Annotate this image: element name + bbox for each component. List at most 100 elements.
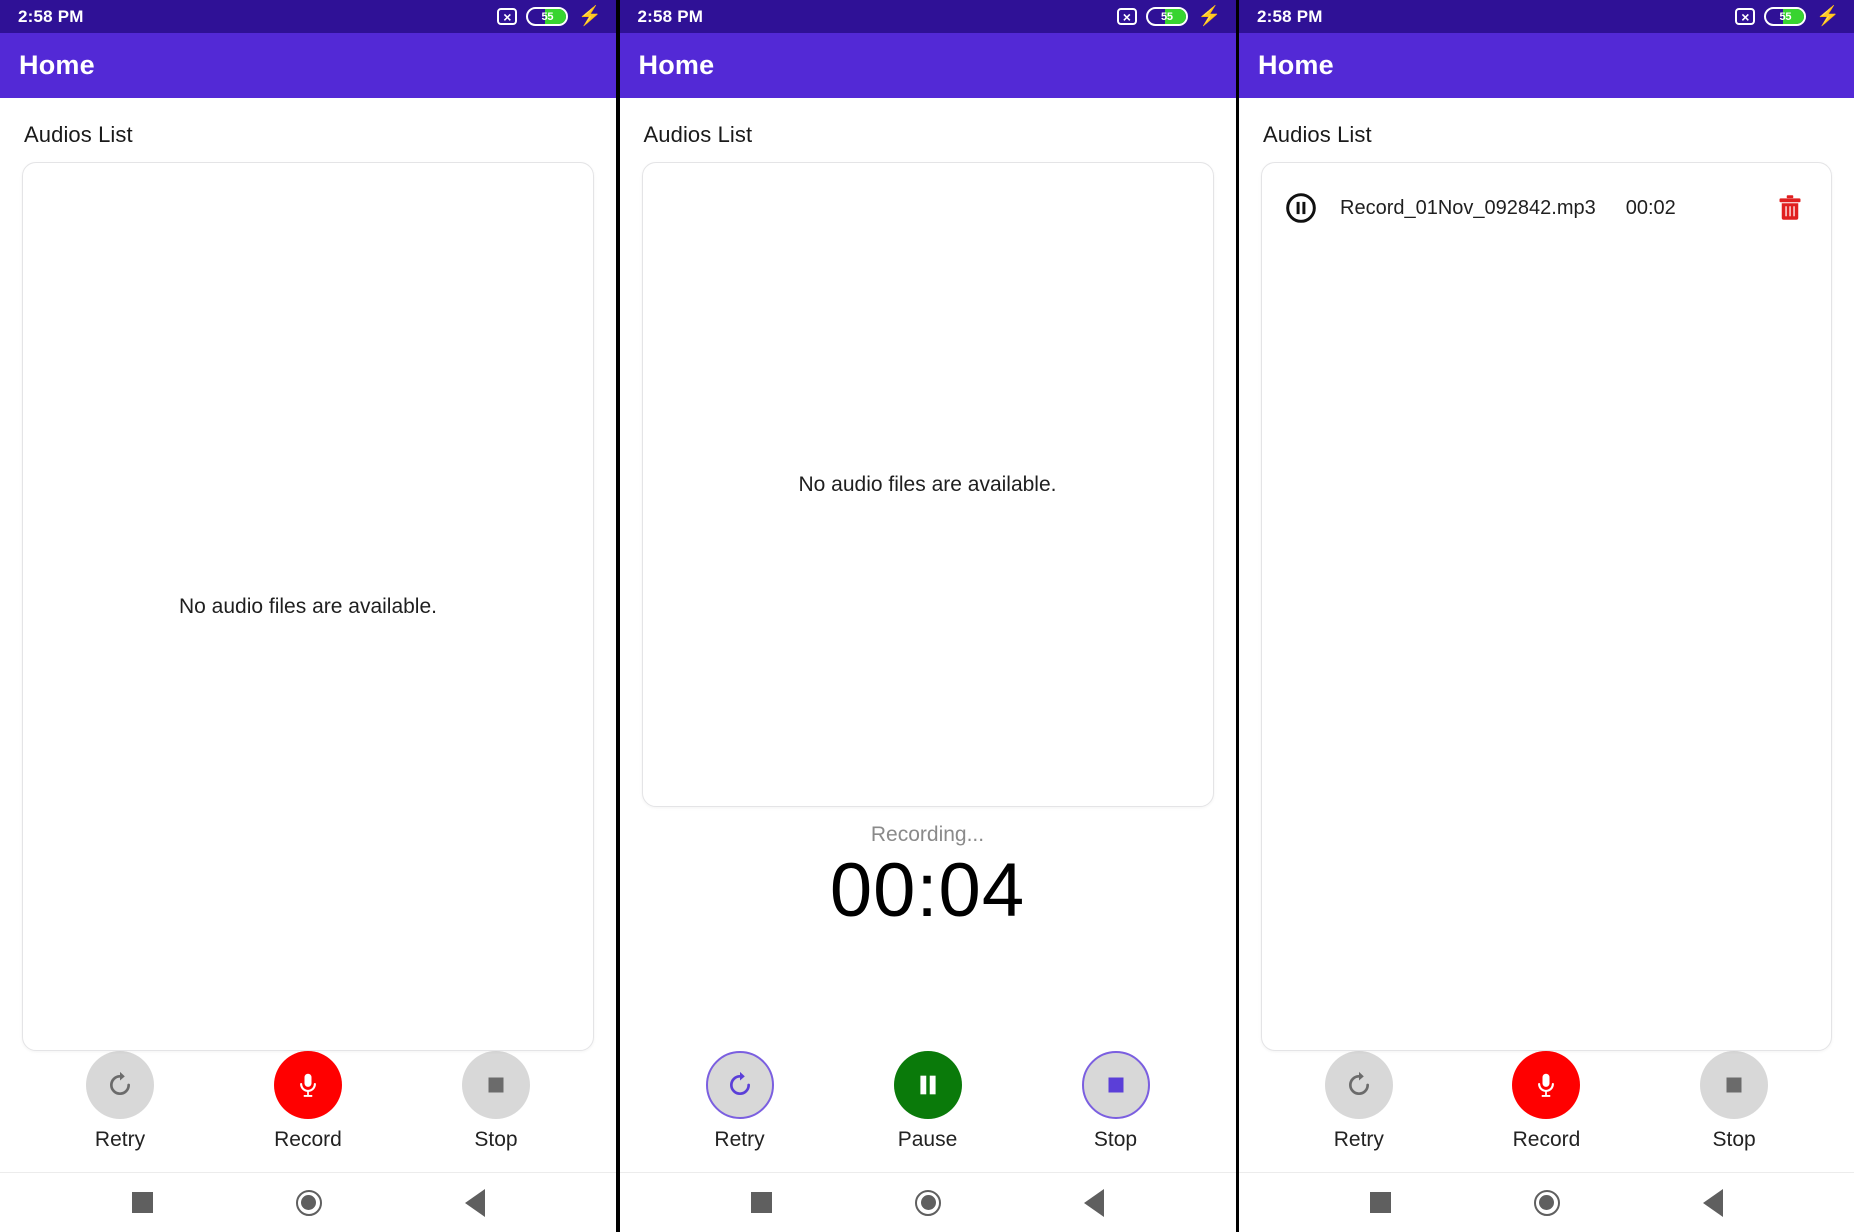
- empty-state-message: No audio files are available.: [798, 472, 1057, 496]
- status-bar: 2:58 PM 55 ⚡: [619, 0, 1236, 33]
- trash-icon[interactable]: [1775, 192, 1805, 224]
- audios-list-card: No audio files are available.: [22, 162, 594, 1051]
- pause-icon: [919, 1075, 936, 1095]
- recents-square-icon[interactable]: [131, 1192, 153, 1213]
- retry-button-circle: [1324, 1051, 1393, 1119]
- home-circle-icon[interactable]: [1533, 1189, 1560, 1216]
- retry-button-label: Retry: [714, 1128, 765, 1151]
- stop-button-circle: [462, 1051, 530, 1119]
- sim-card-disabled-icon: [1116, 8, 1137, 25]
- retry-button-circle: [86, 1051, 154, 1119]
- status-bar-time: 2:58 PM: [637, 6, 704, 26]
- app-bar: Home: [619, 33, 1236, 98]
- recording-status-label: Recording...: [870, 823, 985, 846]
- retry-button[interactable]: Retry: [1324, 1051, 1393, 1152]
- back-triangle-icon[interactable]: [464, 1188, 485, 1217]
- lightning-bolt-icon: ⚡: [578, 6, 602, 27]
- status-bar-icons: 55 ⚡: [1735, 7, 1840, 26]
- screenshot-triptych: 2:58 PM 55 ⚡ Home Audios List No audio f…: [0, 0, 1854, 1232]
- record-button[interactable]: Record: [1512, 1051, 1581, 1152]
- stop-button[interactable]: Stop: [1081, 1051, 1150, 1152]
- retry-button[interactable]: Retry: [705, 1051, 774, 1152]
- screen-saved: 2:58 PM 55 ⚡ Home Audios List: [1239, 0, 1854, 1232]
- refresh-icon: [1348, 1071, 1369, 1095]
- android-nav-bar: [0, 1172, 616, 1232]
- screen-content: Audios List No audio files are available…: [620, 98, 1236, 1051]
- recording-timer-area: Recording... 00:04: [642, 807, 1214, 934]
- transport-controls: Retry Record Stop: [1239, 1051, 1854, 1172]
- status-bar: 2:58 PM 55 ⚡: [0, 0, 616, 33]
- home-circle-icon[interactable]: [295, 1189, 322, 1216]
- stop-square-icon: [1108, 1077, 1123, 1093]
- stop-button-label: Stop: [1093, 1128, 1138, 1151]
- microphone-icon: [1538, 1073, 1555, 1097]
- status-bar-icons: 55 ⚡: [1116, 6, 1222, 27]
- microphone-icon: [300, 1073, 316, 1097]
- transport-controls: Retry Pause Stop: [620, 1051, 1236, 1172]
- lightning-bolt-icon: ⚡: [1816, 6, 1840, 27]
- recents-square-icon[interactable]: [1370, 1192, 1392, 1213]
- lightning-bolt-icon: ⚡: [1197, 6, 1222, 27]
- battery-level-label: 55: [1161, 10, 1173, 23]
- android-nav-bar: [619, 1172, 1236, 1232]
- record-button-label: Record: [1512, 1128, 1581, 1151]
- back-triangle-icon[interactable]: [1702, 1188, 1723, 1217]
- section-heading: Audios List: [24, 122, 133, 147]
- empty-state-message: No audio files are available.: [179, 594, 437, 618]
- screen-idle: 2:58 PM 55 ⚡ Home Audios List No audio f…: [0, 0, 616, 1232]
- retry-button-circle: [705, 1051, 774, 1119]
- stop-button-label: Stop: [474, 1128, 518, 1151]
- screen-recording: 2:58 PM 55 ⚡ Home Audios List No audio f…: [619, 0, 1236, 1232]
- refresh-icon: [110, 1071, 130, 1095]
- retry-button-label: Retry: [94, 1128, 146, 1151]
- sim-card-disabled-icon: [1735, 8, 1756, 25]
- stop-button[interactable]: Stop: [462, 1051, 530, 1152]
- refresh-icon: [729, 1071, 750, 1095]
- app-bar: Home: [1239, 33, 1854, 98]
- battery-icon: 55: [1145, 7, 1188, 26]
- battery-icon: 55: [526, 7, 569, 26]
- recents-square-icon[interactable]: [751, 1192, 772, 1213]
- battery-level-label: 55: [1779, 10, 1792, 23]
- audios-list-card: Record_01Nov_092842.mp3 00:02: [1261, 162, 1832, 1051]
- back-triangle-icon[interactable]: [1084, 1188, 1104, 1217]
- retry-button[interactable]: Retry: [86, 1051, 154, 1152]
- status-bar-time: 2:58 PM: [1257, 6, 1323, 26]
- audios-list-card: No audio files are available.: [641, 162, 1214, 807]
- status-bar: 2:58 PM 55 ⚡: [1239, 0, 1854, 33]
- pause-button-circle: [893, 1051, 962, 1119]
- screen-content: Audios List Record_01Nov_092842.mp3 00:0…: [1239, 98, 1854, 1051]
- battery-level-label: 55: [541, 10, 554, 23]
- sim-card-disabled-icon: [497, 8, 518, 25]
- stop-button-label: Stop: [1712, 1128, 1756, 1151]
- status-bar-icons: 55 ⚡: [497, 7, 602, 26]
- stop-button-circle: [1700, 1051, 1769, 1119]
- retry-button-label: Retry: [1333, 1128, 1384, 1151]
- stop-square-icon: [1726, 1077, 1742, 1093]
- record-button[interactable]: Record: [274, 1051, 342, 1152]
- page-title: Home: [1258, 50, 1334, 80]
- stop-button-circle: [1081, 1051, 1150, 1119]
- page-title: Home: [638, 50, 715, 80]
- record-button-label: Record: [274, 1128, 342, 1151]
- home-circle-icon[interactable]: [915, 1189, 941, 1216]
- pause-button-label: Pause: [897, 1128, 958, 1151]
- android-nav-bar: [1239, 1172, 1854, 1232]
- audio-file-name: Record_01Nov_092842.mp3: [1340, 196, 1596, 219]
- app-bar: Home: [0, 33, 616, 98]
- pause-button[interactable]: Pause: [893, 1051, 962, 1152]
- pause-circle-icon[interactable]: [1284, 191, 1318, 225]
- record-button-circle: [1512, 1051, 1581, 1119]
- list-item[interactable]: Record_01Nov_092842.mp3 00:02: [1262, 163, 1831, 225]
- stop-button[interactable]: Stop: [1700, 1051, 1769, 1152]
- stop-square-icon: [488, 1077, 504, 1093]
- recording-elapsed-time: 00:04: [829, 848, 1026, 933]
- record-button-circle: [274, 1051, 342, 1119]
- status-bar-time: 2:58 PM: [18, 6, 84, 26]
- audio-file-duration: 00:02: [1625, 196, 1676, 219]
- battery-icon: 55: [1764, 7, 1807, 26]
- section-heading: Audios List: [643, 122, 753, 147]
- page-title: Home: [19, 50, 95, 80]
- screen-content: Audios List No audio files are available…: [0, 98, 616, 1051]
- section-heading: Audios List: [1263, 122, 1372, 147]
